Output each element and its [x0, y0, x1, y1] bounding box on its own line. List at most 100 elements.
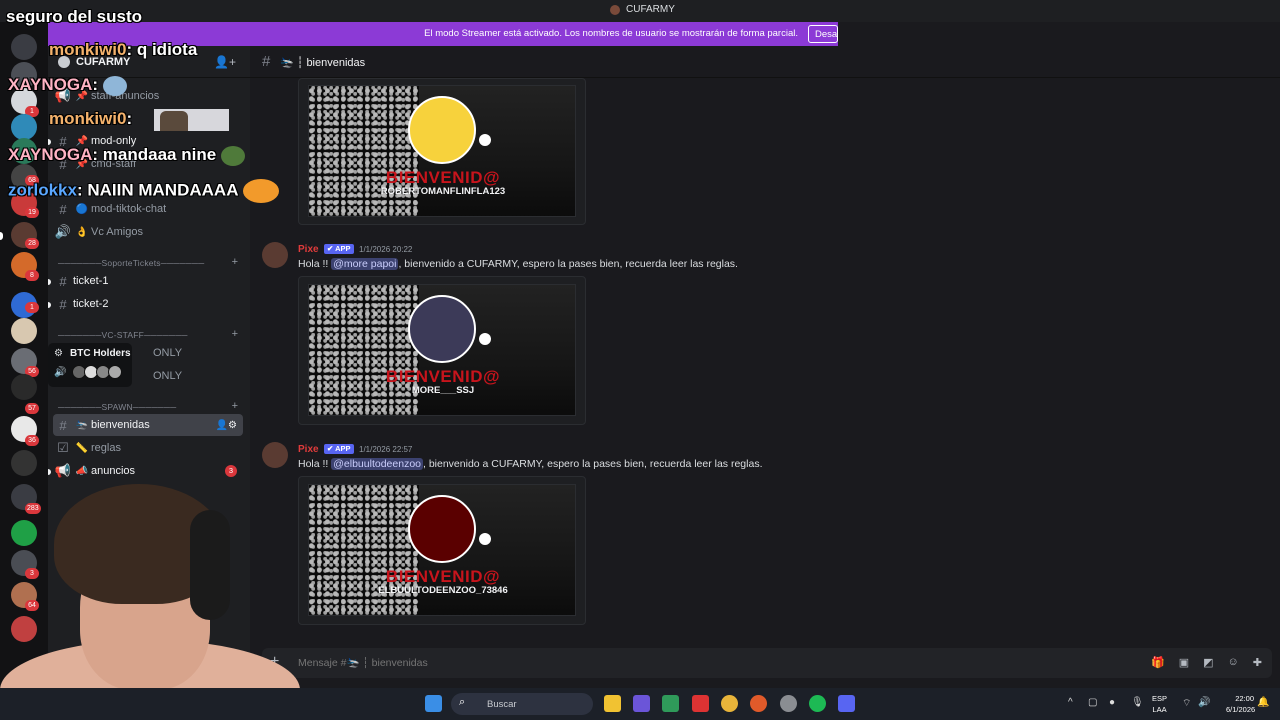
spotify-icon[interactable]: [809, 695, 826, 712]
channel-emoji: 👌: [75, 226, 89, 238]
settings-gear-icon[interactable]: 👤⚙: [216, 420, 237, 431]
category-vc-staff[interactable]: ───────VC-STAFF───────: [58, 330, 188, 340]
channel-ticket-2[interactable]: # ticket-2: [53, 293, 243, 315]
server-icon[interactable]: [11, 374, 37, 400]
channel-name: bienvenidas: [306, 57, 366, 69]
overlay-text: : q idiota: [126, 40, 198, 59]
overlay-chat-line: monkiwi0: q idiota: [49, 40, 197, 60]
user-mention[interactable]: @more papoi: [331, 258, 399, 270]
welcome-username: ELBUULTODEENZOO_73846: [378, 585, 508, 596]
tooltip-server-name: BTC Holders: [70, 348, 131, 359]
chat-channel-title: 🛬 ┆ bienvenidas: [280, 57, 366, 69]
message-author[interactable]: Pixe: [298, 444, 319, 455]
moon-graphic: [479, 134, 491, 146]
rail-badge: 8: [25, 270, 39, 281]
message-timestamp: 1/1/2026 20:22: [359, 245, 413, 254]
emote-icon: [102, 75, 127, 96]
volume-icon[interactable]: 🔊: [1198, 697, 1210, 708]
overlay-chat-line: zorlokkx: NAIIN MANDAAAA: [8, 179, 279, 203]
create-channel-icon[interactable]: +: [232, 328, 238, 340]
invite-people-icon[interactable]: 👤+: [214, 55, 236, 69]
unread-pill: [48, 469, 51, 475]
disable-streamer-button[interactable]: Desac: [808, 25, 838, 43]
tray-app-icon[interactable]: ●: [1109, 697, 1115, 708]
rail-badge: 19: [25, 207, 39, 218]
channel-vc-amigos[interactable]: 🔊 👌 Vc Amigos: [53, 221, 243, 243]
emoji-icon[interactable]: ☺: [1228, 656, 1239, 669]
chrome-icon[interactable]: [721, 695, 738, 712]
apps-icon[interactable]: ✚: [1253, 656, 1262, 669]
webcam-feed: [0, 480, 300, 720]
channel-label: reglas: [91, 442, 121, 454]
discord-window: CUFARMY El modo Streamer está activado. …: [0, 0, 1280, 720]
file-explorer-icon[interactable]: [604, 695, 621, 712]
server-icon[interactable]: [11, 318, 37, 344]
server-icon[interactable]: [11, 520, 37, 546]
create-channel-icon[interactable]: +: [232, 256, 238, 268]
server-avatar-icon: [610, 4, 620, 15]
voice-icon: 🔊: [54, 367, 67, 378]
unread-pill: [0, 232, 3, 240]
clock-time: 22:00: [1235, 694, 1254, 703]
emote-icon: [242, 179, 279, 203]
rules-icon: ☑: [57, 440, 69, 455]
server-icon[interactable]: [11, 114, 37, 140]
emote-image: [154, 109, 229, 131]
overlay-text: : NAIIN MANDAAAA: [76, 180, 238, 200]
notifications-icon[interactable]: 🔔: [1257, 697, 1269, 708]
home-icon[interactable]: [11, 34, 37, 60]
title-bar: CUFARMY: [0, 0, 1280, 22]
app-title-text: CUFARMY: [626, 4, 675, 15]
gift-icon[interactable]: 🎁: [1151, 656, 1165, 669]
discord-icon[interactable]: [838, 695, 855, 712]
category-spawn[interactable]: ───────SPAWN───────: [58, 402, 176, 412]
welcome-image[interactable]: BIENVENID@ ROBERTOMANFLINFLA123: [308, 85, 576, 217]
hash-icon: #: [59, 273, 67, 289]
tray-expand-icon[interactable]: ^: [1068, 697, 1073, 708]
server-tooltip: ⚙ BTC Holders 🔊: [48, 343, 132, 387]
channel-label: anuncios: [91, 465, 136, 477]
channel-anuncios[interactable]: 📢 📣 anuncios 3: [53, 460, 243, 482]
server-icon[interactable]: [11, 450, 37, 476]
category-soporte-tickets[interactable]: ───────SoporteTickets───────: [58, 258, 204, 268]
message-suffix: , bienvenido a CUFARMY, espero la pases …: [398, 258, 738, 270]
chrome-profile-icon[interactable]: [750, 695, 767, 712]
wifi-icon[interactable]: ⌔: [1182, 697, 1191, 710]
wps-icon[interactable]: [692, 695, 709, 712]
welcome-image[interactable]: BIENVENID@ MORE___SSJ: [308, 284, 576, 416]
channel-bienvenidas[interactable]: # 🛬 bienvenidas 👤⚙: [53, 414, 243, 436]
channel-ticket-1[interactable]: # ticket-1: [53, 270, 243, 292]
start-icon[interactable]: [425, 695, 442, 712]
taskbar-search[interactable]: ⌕ Buscar: [451, 693, 593, 715]
user-avatar: [408, 96, 476, 164]
hash-icon: #: [59, 417, 67, 433]
hash-icon: #: [59, 201, 67, 217]
rail-badge: 3: [25, 568, 39, 579]
server-icon[interactable]: [11, 616, 37, 642]
obs-icon[interactable]: [780, 695, 797, 712]
tray-app-icon[interactable]: ▢: [1088, 697, 1097, 708]
channel-emoji: 📏: [75, 442, 89, 454]
welcome-image[interactable]: BIENVENID@ ELBUULTODEENZOO_73846: [308, 484, 576, 616]
server-settings-icon: ⚙: [54, 348, 63, 359]
search-icon: ⌕: [459, 696, 466, 708]
user-mention[interactable]: @elbuultodeenzoo: [331, 458, 423, 470]
create-channel-icon[interactable]: +: [232, 400, 238, 412]
store-icon[interactable]: [662, 695, 679, 712]
avatar[interactable]: [262, 442, 288, 468]
message-input[interactable]: [298, 657, 1098, 669]
language-indicator[interactable]: ESP LAA: [1152, 693, 1167, 715]
message-author[interactable]: Pixe: [298, 244, 319, 255]
office-icon[interactable]: [633, 695, 650, 712]
lang-layout: LAA: [1152, 705, 1167, 714]
overlay-chat-line: XAYNOGA: mandaaa nine: [8, 145, 245, 166]
channel-reglas[interactable]: ☑ 📏 reglas: [53, 437, 243, 459]
overlay-text: :: [126, 109, 133, 128]
gif-icon[interactable]: ▣: [1179, 656, 1189, 669]
sticker-icon[interactable]: ◩: [1203, 656, 1213, 669]
clock[interactable]: 22:00 6/1/2026: [1226, 693, 1255, 715]
message-text: Hola !! @more papoi, bienvenido a CUFARM…: [298, 258, 738, 270]
avatar[interactable]: [262, 242, 288, 268]
microphone-icon[interactable]: 🎙: [1131, 697, 1144, 708]
overlay-user: monkiwi0: [49, 109, 127, 128]
